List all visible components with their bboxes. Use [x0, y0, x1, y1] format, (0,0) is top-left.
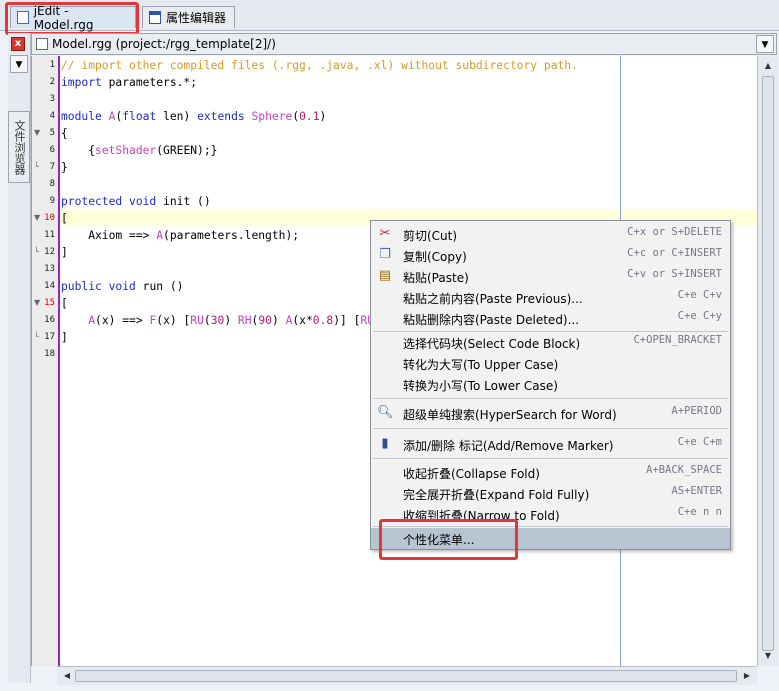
code-line: [ — [61, 212, 68, 225]
code-line: public void run () — [61, 280, 184, 293]
scroll-down-icon[interactable]: ▼ — [761, 650, 775, 662]
line-number: 2 — [49, 77, 55, 87]
line-number: 11 — [44, 230, 55, 240]
code-line: import parameters.*; — [61, 76, 198, 89]
vertical-scrollbar[interactable]: ▲ ▼ — [757, 56, 778, 666]
line-number: 1 — [49, 60, 55, 70]
line-number: 4 — [49, 111, 55, 121]
buffer-header: Model.rgg (project:/rgg_template[2]/) ▼ — [31, 33, 777, 55]
code-line: [ — [61, 297, 68, 310]
menu-item-copy[interactable]: ❐ 复制(Copy) C+c or C+INSERT — [371, 245, 730, 266]
fold-marker-icon[interactable]: ▼ — [34, 128, 40, 137]
menu-item-hypersearch[interactable]: 🔍︎ 超级单纯搜索(HyperSearch for Word) A+PERIOD — [371, 403, 730, 424]
fold-marker-icon[interactable]: ▼ — [34, 298, 40, 307]
vertical-scroll-thumb[interactable] — [762, 76, 774, 651]
code-line: module A(float len) extends Sphere(0.1) — [61, 110, 327, 123]
menu-item-add-remove-marker[interactable]: ▮ 添加/删除 标记(Add/Remove Marker) C+e C+m — [371, 434, 730, 455]
close-icon[interactable]: x — [11, 37, 25, 51]
horizontal-scrollbar[interactable]: ◀ ▶ — [57, 666, 757, 685]
buffer-dropdown-button[interactable]: ▼ — [756, 35, 774, 53]
menu-item-paste[interactable]: ▤ 粘贴(Paste) C+v or S+INSERT — [371, 266, 730, 287]
menu-separator — [373, 398, 728, 399]
line-number: 3 — [49, 94, 55, 104]
menu-item-to-upper-case[interactable]: 转化为大写(To Upper Case) — [371, 353, 730, 374]
code-line: {setShader(GREEN);} — [61, 144, 218, 157]
code-line: } — [61, 161, 68, 174]
triangle-down-icon[interactable]: ▼ — [10, 55, 28, 73]
code-line: ] — [61, 246, 68, 259]
table-icon — [149, 11, 161, 24]
tab-property-editor[interactable]: 属性编辑器 — [142, 6, 235, 28]
bookmark-icon: ▮ — [381, 436, 389, 451]
code-line: protected void init () — [61, 195, 211, 208]
tab-property-editor-label: 属性编辑器 — [166, 11, 227, 25]
fold-end-icon: └ — [34, 247, 39, 256]
menu-item-paste-previous[interactable]: 粘贴之前内容(Paste Previous)... C+e C+v — [371, 287, 730, 308]
horizontal-scroll-thumb[interactable] — [75, 670, 737, 682]
menu-item-select-code-block[interactable]: 选择代码块(Select Code Block) C+OPEN_BRACKET — [371, 332, 730, 353]
left-dock: x ▼ 文件浏览器 — [8, 33, 31, 683]
copy-icon: ❐ — [379, 247, 391, 262]
scroll-right-icon[interactable]: ▶ — [741, 670, 753, 682]
fold-marker-icon[interactable]: ▼ — [34, 213, 40, 222]
code-line: // import other compiled files (.rgg, .j… — [61, 59, 578, 72]
line-number: 18 — [44, 349, 55, 359]
file-browser-tab[interactable]: 文件浏览器 — [8, 111, 30, 183]
clipboard-icon: ▤ — [378, 268, 392, 283]
context-menu: ✂ 剪切(Cut) C+x or S+DELETE ❐ 复制(Copy) C+c… — [370, 220, 731, 550]
code-line: { — [61, 127, 68, 140]
line-number: 14 — [44, 281, 55, 291]
menu-item-paste-deleted[interactable]: 粘贴删除内容(Paste Deleted)... C+e C+y — [371, 308, 730, 329]
scroll-up-icon[interactable]: ▲ — [761, 60, 775, 72]
file-browser-label: 文件浏览器 — [13, 119, 26, 175]
buffer-title: Model.rgg (project:/rgg_template[2]/) — [52, 37, 276, 51]
menu-item-expand-fold-fully[interactable]: 完全展开折叠(Expand Fold Fully) AS+ENTER — [371, 483, 730, 504]
scroll-left-icon[interactable]: ◀ — [61, 670, 73, 682]
highlight-box-menu-item — [379, 519, 518, 560]
menu-separator — [373, 428, 728, 429]
menu-separator — [373, 458, 728, 459]
line-number: 6 — [49, 145, 55, 155]
fold-end-icon: └ — [34, 332, 39, 341]
buffer-checkbox[interactable] — [36, 38, 48, 50]
code-line: Axiom ==> A(parameters.length); — [61, 229, 300, 242]
fold-end-icon: └ — [34, 162, 39, 171]
line-number: 16 — [44, 315, 55, 325]
menu-item-collapse-fold[interactable]: 收起折叠(Collapse Fold) A+BACK_SPACE — [371, 462, 730, 483]
highlight-box-tab — [5, 2, 139, 35]
line-number: 9 — [49, 196, 55, 206]
menu-item-cut[interactable]: ✂ 剪切(Cut) C+x or S+DELETE — [371, 224, 730, 245]
line-number: 8 — [49, 179, 55, 189]
line-number: 13 — [44, 264, 55, 274]
menu-item-to-lower-case[interactable]: 转换为小写(To Lower Case) — [371, 374, 730, 395]
scissors-icon: ✂ — [379, 226, 391, 241]
code-line: ] — [61, 331, 68, 344]
magnifier-icon: 🔍︎ — [377, 405, 394, 420]
gutter-divider — [58, 56, 60, 666]
